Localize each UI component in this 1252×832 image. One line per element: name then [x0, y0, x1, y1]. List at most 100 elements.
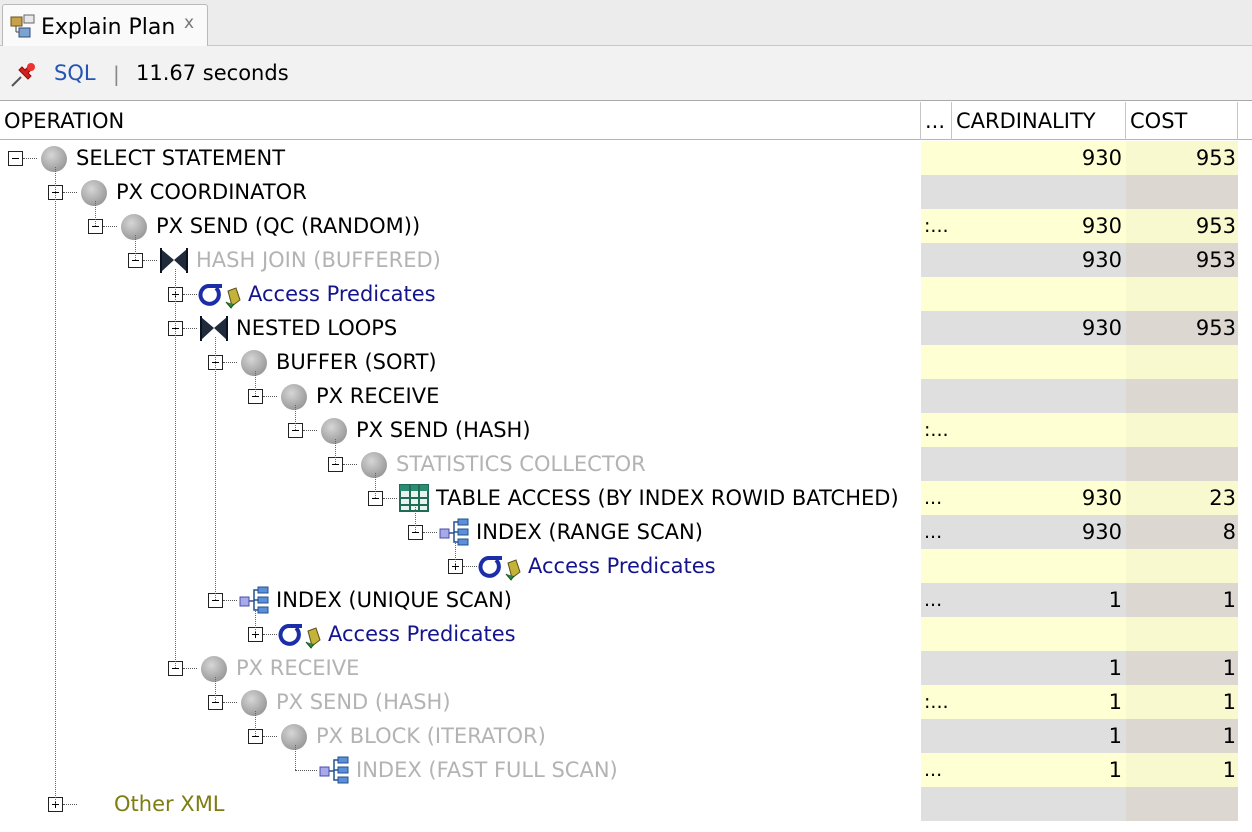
operation-circle-icon — [238, 686, 270, 718]
operation-cell: Access Predicates — [0, 277, 921, 311]
column-header-cardinality[interactable]: CARDINALITY — [952, 102, 1126, 140]
join-icon — [198, 312, 230, 344]
tree-guide-line — [135, 235, 136, 260]
table-row[interactable]: INDEX (FAST FULL SCAN)... 1 1 — [0, 753, 1252, 787]
more-cell: ... — [921, 515, 952, 549]
operation-label: PX RECEIVE — [236, 656, 360, 680]
operation-label: HASH JOIN (BUFFERED) — [196, 248, 441, 272]
table-row[interactable]: PX SEND (QC (RANDOM)):... 930 953 — [0, 209, 1252, 243]
table-row[interactable]: PX RECEIVE — [0, 379, 1252, 413]
cardinality-cell — [952, 175, 1126, 209]
table-row[interactable]: PX RECEIVE 1 1 — [0, 651, 1252, 685]
tree-guide-line — [255, 371, 256, 396]
operation-circle-icon — [358, 448, 390, 480]
tree-guide-line — [295, 745, 296, 770]
table-row[interactable]: STATISTICS COLLECTOR — [0, 447, 1252, 481]
cost-cell: 953 — [1126, 141, 1238, 175]
column-header-more[interactable]: ... — [921, 102, 952, 140]
more-cell — [921, 345, 952, 379]
tree-guide-line — [215, 677, 216, 702]
table-row[interactable]: PX BLOCK (ITERATOR) 1 1 — [0, 719, 1252, 753]
table-row[interactable]: SELECT STATEMENT 930 953 — [0, 141, 1252, 175]
cost-cell — [1126, 175, 1238, 209]
operation-cell: INDEX (RANGE SCAN) — [0, 515, 921, 549]
column-header-operation[interactable]: OPERATION — [0, 102, 921, 140]
operation-cell: Access Predicates — [0, 549, 921, 583]
operation-label: SELECT STATEMENT — [76, 146, 286, 170]
tree-connector — [295, 770, 317, 771]
operation-circle-icon — [118, 210, 150, 242]
more-cell: ... — [921, 753, 952, 787]
tab-explain-plan[interactable]: Explain Plan x — [2, 4, 208, 46]
operation-cell: PX BLOCK (ITERATOR) — [0, 719, 921, 753]
more-cell: ... — [921, 481, 952, 515]
cost-cell: 23 — [1126, 481, 1238, 515]
cost-cell: 953 — [1126, 209, 1238, 243]
cost-cell — [1126, 345, 1238, 379]
pushpin-icon[interactable] — [8, 58, 40, 90]
cardinality-cell — [952, 345, 1126, 379]
tree-guide-line — [255, 711, 256, 736]
more-cell — [921, 447, 952, 481]
table-row[interactable]: PX SEND (HASH):... 1 1 — [0, 685, 1252, 719]
cost-cell: 1 — [1126, 719, 1238, 753]
table-row[interactable]: NESTED LOOPS 930 953 — [0, 311, 1252, 345]
operation-label: PX RECEIVE — [316, 384, 440, 408]
cardinality-cell: 1 — [952, 583, 1126, 617]
more-cell: :... — [921, 413, 952, 447]
operation-label: PX COORDINATOR — [116, 180, 307, 204]
operation-cell: Access Predicates — [0, 617, 921, 651]
tree-guide-line — [175, 269, 176, 668]
table-row[interactable]: TABLE ACCESS (BY INDEX ROWID BATCHED)...… — [0, 481, 1252, 515]
cardinality-cell: 930 — [952, 311, 1126, 345]
table-row[interactable]: INDEX (RANGE SCAN)... 930 8 — [0, 515, 1252, 549]
operation-cell: PX SEND (QC (RANDOM)) — [0, 209, 921, 243]
access-predicate-icon — [478, 550, 522, 582]
more-cell — [921, 277, 952, 311]
tree-guide-line — [375, 473, 376, 498]
table-row[interactable]: PX COORDINATOR — [0, 175, 1252, 209]
table-row[interactable]: INDEX (UNIQUE SCAN)... 1 1 — [0, 583, 1252, 617]
cost-cell: 953 — [1126, 311, 1238, 345]
more-cell — [921, 617, 952, 651]
more-cell — [921, 719, 952, 753]
tree-guide-line — [455, 541, 456, 566]
operation-cell: INDEX (UNIQUE SCAN) — [0, 583, 921, 617]
cardinality-cell: 1 — [952, 651, 1126, 685]
tree-connector — [63, 192, 77, 193]
table-row[interactable]: HASH JOIN (BUFFERED) 930 953 — [0, 243, 1252, 277]
operation-cell: Other XML — [0, 787, 921, 821]
table-row[interactable]: PX SEND (HASH):... — [0, 413, 1252, 447]
table-row[interactable]: Access Predicates — [0, 549, 1252, 583]
tree-connector — [263, 396, 277, 397]
cardinality-cell: 930 — [952, 209, 1126, 243]
table-row[interactable]: Access Predicates — [0, 617, 1252, 651]
table-row[interactable]: BUFFER (SORT) — [0, 345, 1252, 379]
cardinality-cell — [952, 549, 1126, 583]
table-row[interactable]: Access Predicates — [0, 277, 1252, 311]
tree-connector — [263, 736, 277, 737]
tab-title: Explain Plan — [41, 15, 176, 40]
tree-connector — [303, 430, 317, 431]
close-icon[interactable]: x — [184, 13, 194, 33]
tree-connector — [343, 464, 357, 465]
sql-link[interactable]: SQL — [54, 61, 96, 85]
cost-cell: 8 — [1126, 515, 1238, 549]
operation-label: Other XML — [114, 792, 225, 816]
cardinality-cell — [952, 787, 1126, 821]
operation-label: PX SEND (HASH) — [356, 418, 531, 442]
operation-cell: NESTED LOOPS — [0, 311, 921, 345]
more-cell — [921, 379, 952, 413]
tree-guide-line — [55, 167, 56, 804]
table-row[interactable]: Other XML — [0, 787, 1252, 821]
operation-cell: HASH JOIN (BUFFERED) — [0, 243, 921, 277]
tree-connector — [63, 804, 77, 805]
collapse-icon[interactable] — [8, 151, 23, 166]
operation-label: Access Predicates — [328, 622, 516, 646]
cardinality-cell: 930 — [952, 243, 1126, 277]
tree-connector — [23, 158, 37, 159]
more-cell — [921, 243, 952, 277]
column-header-cost[interactable]: COST — [1126, 102, 1238, 140]
cardinality-cell: 930 — [952, 141, 1126, 175]
operation-cell: PX COORDINATOR — [0, 175, 921, 209]
